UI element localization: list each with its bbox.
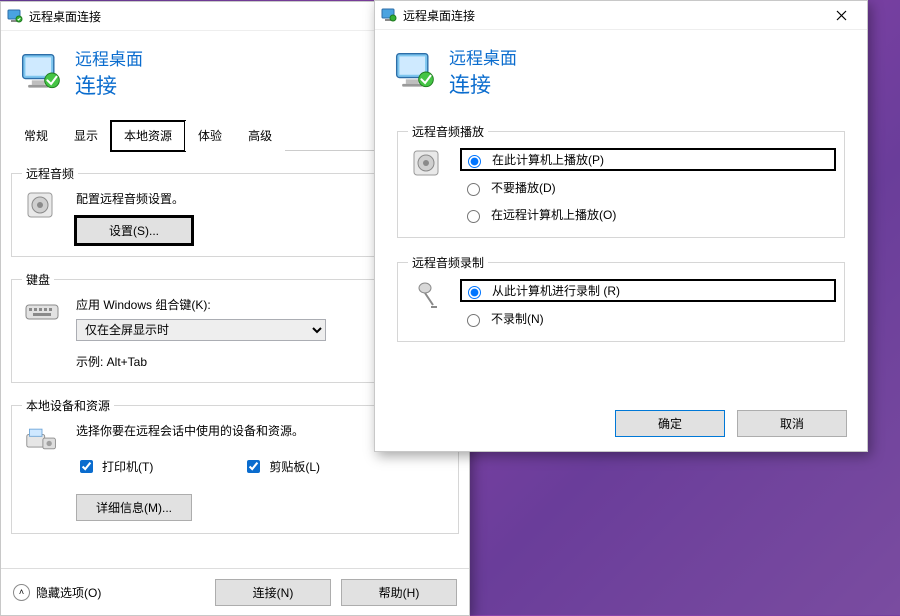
dialog-header-titles: 远程桌面 连接 xyxy=(449,44,517,99)
dialog-title: 远程桌面连接 xyxy=(403,7,821,24)
devices-icon xyxy=(25,422,59,456)
radio-record-from-this-computer[interactable]: 从此计算机进行录制 (R) xyxy=(462,281,834,300)
dialog-content: 远程音频播放 在此计算机上播放(P) 不要播放(D) xyxy=(375,113,867,342)
ok-button[interactable]: 确定 xyxy=(615,410,725,437)
more-devices-button[interactable]: 详细信息(M)... xyxy=(76,494,192,521)
header-line1: 远程桌面 xyxy=(75,45,143,70)
keyboard-combo-select[interactable]: 仅在全屏显示时 xyxy=(76,319,326,341)
speaker-icon xyxy=(25,190,59,224)
keyboard-icon xyxy=(25,296,59,330)
group-local-devices-legend: 本地设备和资源 xyxy=(22,397,114,414)
group-audio-playback-legend: 远程音频播放 xyxy=(408,123,488,140)
close-button[interactable] xyxy=(821,1,861,29)
group-remote-audio-legend: 远程音频 xyxy=(22,165,78,182)
header-titles: 远程桌面 连接 xyxy=(75,45,143,100)
dialog-header-band: 远程桌面 连接 xyxy=(375,30,867,113)
speaker-icon xyxy=(411,148,445,182)
group-keyboard-legend: 键盘 xyxy=(22,271,54,288)
tab-local-resources[interactable]: 本地资源 xyxy=(111,121,185,151)
audio-settings-dialog: 远程桌面连接 远程桌面 连接 远程音频播放 在此计算机上播放(P) xyxy=(374,0,868,452)
dialog-titlebar[interactable]: 远程桌面连接 xyxy=(375,1,867,30)
rdc-logo-icon xyxy=(19,51,63,95)
close-icon xyxy=(836,10,847,21)
group-audio-playback: 远程音频播放 在此计算机上播放(P) 不要播放(D) xyxy=(397,123,845,238)
checkbox-printer-input[interactable] xyxy=(80,460,93,473)
connect-button[interactable]: 连接(N) xyxy=(215,579,331,606)
group-audio-recording-legend: 远程音频录制 xyxy=(408,254,488,271)
tab-advanced[interactable]: 高级 xyxy=(235,121,285,151)
header-line2: 连接 xyxy=(75,70,143,100)
microphone-icon xyxy=(411,279,445,313)
help-button[interactable]: 帮助(H) xyxy=(341,579,457,606)
radio-play-on-this-computer[interactable]: 在此计算机上播放(P) xyxy=(462,150,834,169)
cancel-button[interactable]: 取消 xyxy=(737,410,847,437)
checkbox-clipboard-input[interactable] xyxy=(247,460,260,473)
radio-do-not-play[interactable]: 不要播放(D) xyxy=(462,179,834,196)
checkbox-printer[interactable]: 打印机(T) xyxy=(76,457,153,476)
tab-display[interactable]: 显示 xyxy=(61,121,111,151)
audio-settings-button[interactable]: 设置(S)... xyxy=(76,217,192,244)
hide-options-toggle[interactable]: ˄ 隐藏选项(O) xyxy=(13,584,101,601)
app-icon xyxy=(7,8,23,24)
group-audio-recording: 远程音频录制 从此计算机进行录制 (R) 不录制(N) xyxy=(397,254,845,342)
radio-do-not-record[interactable]: 不录制(N) xyxy=(462,310,834,327)
window-footer: ˄ 隐藏选项(O) 连接(N) 帮助(H) xyxy=(1,568,469,615)
checkbox-clipboard[interactable]: 剪贴板(L) xyxy=(243,457,320,476)
tab-experience[interactable]: 体验 xyxy=(185,121,235,151)
rdc-logo-icon xyxy=(393,50,437,94)
tab-general[interactable]: 常规 xyxy=(11,121,61,151)
dialog-footer: 确定 取消 xyxy=(615,410,847,437)
chevron-up-icon: ˄ xyxy=(13,584,30,601)
radio-play-on-remote[interactable]: 在远程计算机上播放(O) xyxy=(462,206,834,223)
app-icon xyxy=(381,7,397,23)
